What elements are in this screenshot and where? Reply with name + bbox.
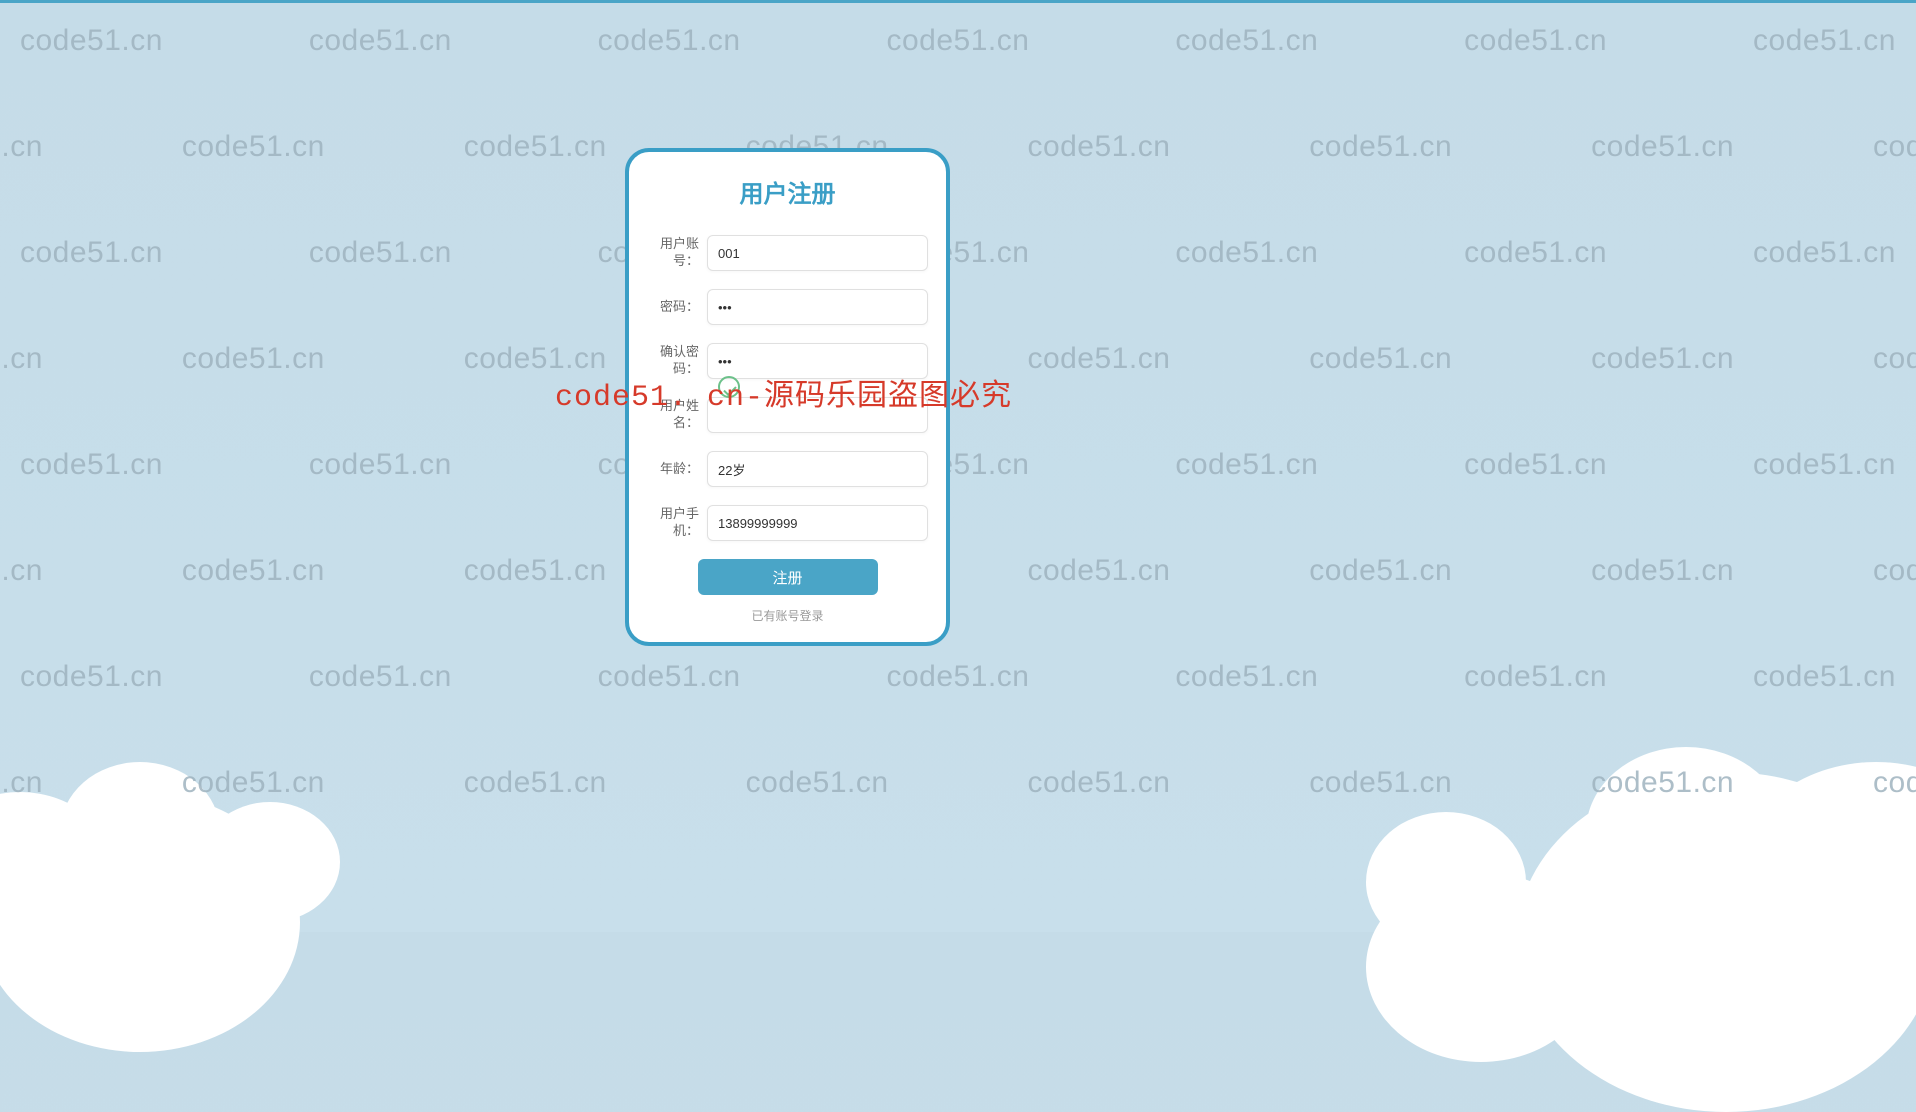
register-card: 用户注册 用户账号： 密码： 确认密码： 用户姓名： 年龄： 用户手机： 注册 …: [625, 148, 950, 646]
watermark-text: code51.cn: [1309, 130, 1452, 164]
watermark-text: code51.cn: [0, 342, 43, 376]
login-link[interactable]: 已有账号登录: [647, 607, 928, 624]
password-input[interactable]: [707, 289, 928, 325]
watermark-text: code51.cn: [464, 766, 607, 800]
watermark-text: code51.cn: [20, 236, 163, 270]
row-confirm: 确认密码：: [647, 343, 928, 379]
watermark-text: code51.cn: [886, 660, 1029, 694]
watermark-text: code51.cn: [464, 130, 607, 164]
row-phone: 用户手机：: [647, 505, 928, 541]
watermark-text: code51.cn: [1175, 236, 1318, 270]
watermark-text: code51.cn: [1753, 24, 1896, 58]
confirm-input[interactable]: [707, 343, 928, 379]
username-label: 用户姓名：: [647, 398, 699, 432]
watermark-text: code51.cn: [1753, 448, 1896, 482]
confirm-label: 确认密码：: [647, 344, 699, 378]
watermark-text: code51.cn: [1309, 554, 1452, 588]
row-username: 用户姓名：: [647, 397, 928, 433]
watermark-text: code51.cn: [1591, 554, 1734, 588]
cloud-right: [1286, 612, 1916, 1112]
watermark-text: code51.cn: [0, 130, 43, 164]
watermark-text: code51.cn: [1027, 342, 1170, 376]
watermark-text: code51.cn: [598, 24, 741, 58]
password-label: 密码：: [647, 299, 699, 316]
row-age: 年龄：: [647, 451, 928, 487]
phone-label: 用户手机：: [647, 506, 699, 540]
watermark-text: code51.cn: [20, 448, 163, 482]
row-account: 用户账号：: [647, 235, 928, 271]
watermark-text: code51.cn: [1027, 766, 1170, 800]
watermark-text: code51.cn: [598, 660, 741, 694]
watermark-text: code51.cn: [464, 554, 607, 588]
register-button[interactable]: 注册: [698, 559, 878, 595]
watermark-text: code51.cn: [1464, 236, 1607, 270]
watermark-text: code51.cn: [1175, 24, 1318, 58]
watermark-text: code51.cn: [464, 342, 607, 376]
watermark-text: code51.cn: [309, 24, 452, 58]
watermark-text: code51.cn: [1175, 448, 1318, 482]
watermark-text: code51.cn: [886, 24, 1029, 58]
watermark-text: code51.cn: [1464, 448, 1607, 482]
watermark-text: code51.cn: [1027, 554, 1170, 588]
watermark-text: code51.cn: [1873, 342, 1916, 376]
watermark-text: code51.cn: [1464, 24, 1607, 58]
watermark-text: code51.cn: [1873, 130, 1916, 164]
watermark-text: code51.cn: [1591, 130, 1734, 164]
watermark-text: code51.cn: [1753, 236, 1896, 270]
account-label: 用户账号：: [647, 236, 699, 270]
watermark-text: code51.cn: [1591, 342, 1734, 376]
watermark-text: code51.cn: [746, 766, 889, 800]
watermark-text: code51.cn: [1309, 342, 1452, 376]
watermark-text: code51.cn: [309, 236, 452, 270]
age-label: 年龄：: [647, 461, 699, 478]
watermark-text: code51.cn: [20, 24, 163, 58]
watermark-text: code51.cn: [309, 448, 452, 482]
watermark-text: code51.cn: [182, 130, 325, 164]
phone-input[interactable]: [707, 505, 928, 541]
card-title: 用户注册: [647, 174, 928, 209]
watermark-text: code51.cn: [182, 554, 325, 588]
row-password: 密码：: [647, 289, 928, 325]
watermark-text: code51.cn: [0, 554, 43, 588]
username-input[interactable]: [707, 397, 928, 433]
watermark-text: code51.cn: [1027, 130, 1170, 164]
watermark-text: code51.cn: [182, 342, 325, 376]
age-input[interactable]: [707, 451, 928, 487]
account-input[interactable]: [707, 235, 928, 271]
cloud-left: [0, 672, 400, 1052]
watermark-text: code51.cn: [1873, 554, 1916, 588]
